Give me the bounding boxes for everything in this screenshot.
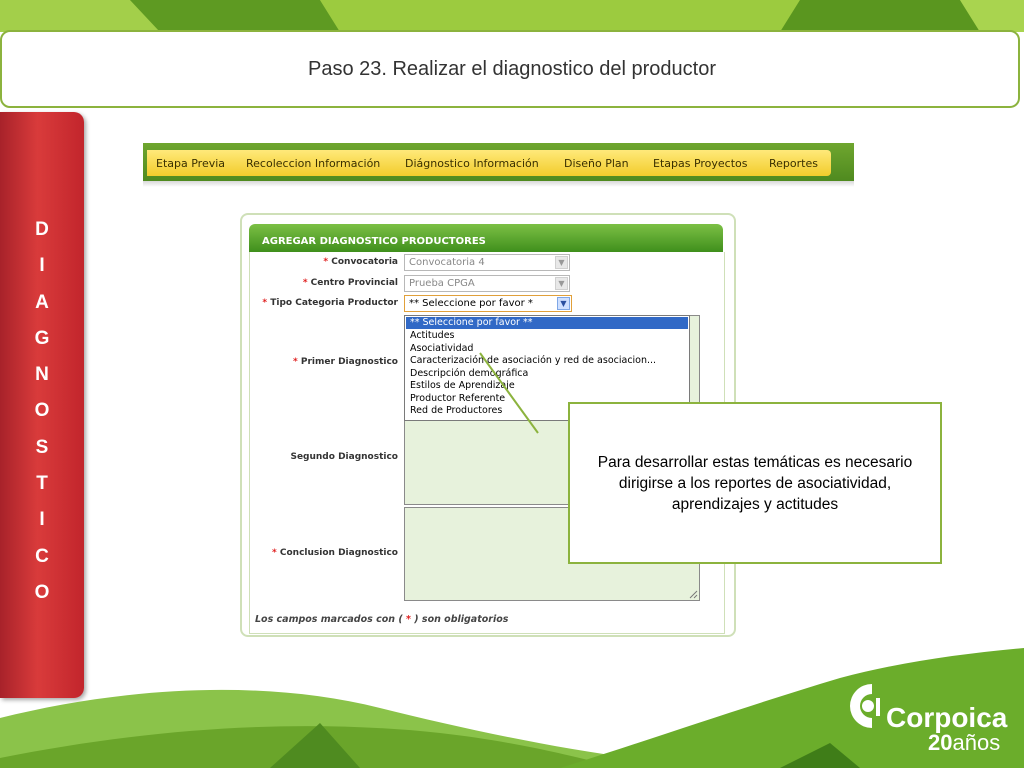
convocatoria-select[interactable]: Convocatoria 4 ▼	[404, 254, 570, 271]
primer-diagnostico-label: * Primer Diagnostico	[250, 357, 398, 367]
menu-reportes[interactable]: Reportes	[769, 157, 818, 170]
note-suffix: ) son obligatorios	[414, 614, 509, 625]
logo-years-word: años	[952, 730, 1001, 755]
centro-provincial-value: Prueba CPGA	[409, 278, 475, 289]
side-letter: T	[36, 473, 48, 495]
side-letter: O	[34, 581, 50, 603]
menubar-shadow	[143, 181, 854, 187]
segundo-diagnostico-label: Segundo Diagnostico	[250, 452, 398, 462]
form-header-title: AGREGAR DIAGNOSTICO PRODUCTORES	[262, 236, 486, 247]
logo-anniversary: 20años	[928, 730, 1000, 756]
centro-provincial-label: * Centro Provincial	[250, 278, 398, 288]
required-mark: *	[272, 548, 277, 558]
tipo-categoria-select[interactable]: ** Seleccione por favor * ▼	[404, 295, 572, 312]
dropdown-option[interactable]: ** Seleccione por favor **	[406, 317, 688, 329]
menu-recoleccion-informacion[interactable]: Recoleccion Información	[246, 157, 380, 170]
conclusion-diagnostico-label: * Conclusion Diagnostico	[250, 548, 398, 558]
centro-provincial-select[interactable]: Prueba CPGA ▼	[404, 275, 570, 292]
convocatoria-label-text: Convocatoria	[331, 257, 398, 267]
tipo-categoria-value: ** Seleccione por favor *	[409, 298, 533, 309]
logo-years-number: 20	[928, 730, 953, 755]
app-menu: Etapa Previa Recoleccion Información Diá…	[147, 150, 831, 176]
slide-title: Paso 23. Realizar el diagnostico del pro…	[307, 58, 717, 80]
side-letter: O	[34, 400, 50, 422]
callout-text: Para desarrollar estas temáticas es nece…	[597, 454, 913, 513]
side-letter: N	[35, 364, 49, 386]
side-letter: S	[35, 436, 49, 458]
conclusion-diagnostico-label-text: Conclusion Diagnostico	[279, 548, 398, 558]
chevron-down-icon: ▼	[555, 256, 568, 269]
resize-handle-icon[interactable]	[689, 590, 698, 599]
centro-provincial-label-text: Centro Provincial	[310, 278, 398, 288]
side-vertical-word: D I A G N O S T I C O	[0, 212, 84, 611]
chevron-down-icon: ▼	[557, 297, 570, 310]
top-decorative-band	[0, 0, 1024, 32]
note-prefix: Los campos marcados con (	[255, 614, 403, 625]
side-letter: I	[39, 509, 45, 531]
menu-etapas-proyectos[interactable]: Etapas Proyectos	[653, 157, 748, 170]
segundo-diagnostico-label-text: Segundo Diagnostico	[290, 452, 398, 462]
corpoica-logo: Corpoica 20años	[846, 676, 1010, 756]
callout-connector-line	[479, 352, 539, 434]
convocatoria-value: Convocatoria 4	[409, 257, 485, 268]
chevron-down-icon: ▼	[555, 277, 568, 290]
tipo-categoria-label: * Tipo Categoria Productor	[250, 298, 398, 308]
dropdown-option[interactable]: Actitudes	[406, 330, 688, 342]
required-fields-note: Los campos marcados con ( * ) son obliga…	[255, 614, 508, 625]
side-letter: A	[35, 291, 49, 313]
side-letter: D	[35, 219, 49, 240]
required-mark: *	[262, 298, 268, 308]
required-mark: *	[323, 257, 329, 267]
primer-diagnostico-label-text: Primer Diagnostico	[300, 357, 398, 367]
required-mark: *	[302, 278, 308, 288]
convocatoria-label: * Convocatoria	[250, 257, 398, 267]
menu-etapa-previa[interactable]: Etapa Previa	[156, 157, 225, 170]
menu-diagnostico-informacion[interactable]: Diágnostico Información	[405, 157, 539, 170]
tipo-categoria-label-text: Tipo Categoria Productor	[270, 298, 398, 308]
side-letter: C	[35, 545, 49, 567]
required-mark: *	[405, 614, 411, 625]
side-letter: I	[39, 255, 45, 277]
required-mark: *	[293, 357, 298, 367]
side-letter: G	[34, 327, 50, 349]
menu-diseno-plan[interactable]: Diseño Plan	[564, 157, 629, 170]
